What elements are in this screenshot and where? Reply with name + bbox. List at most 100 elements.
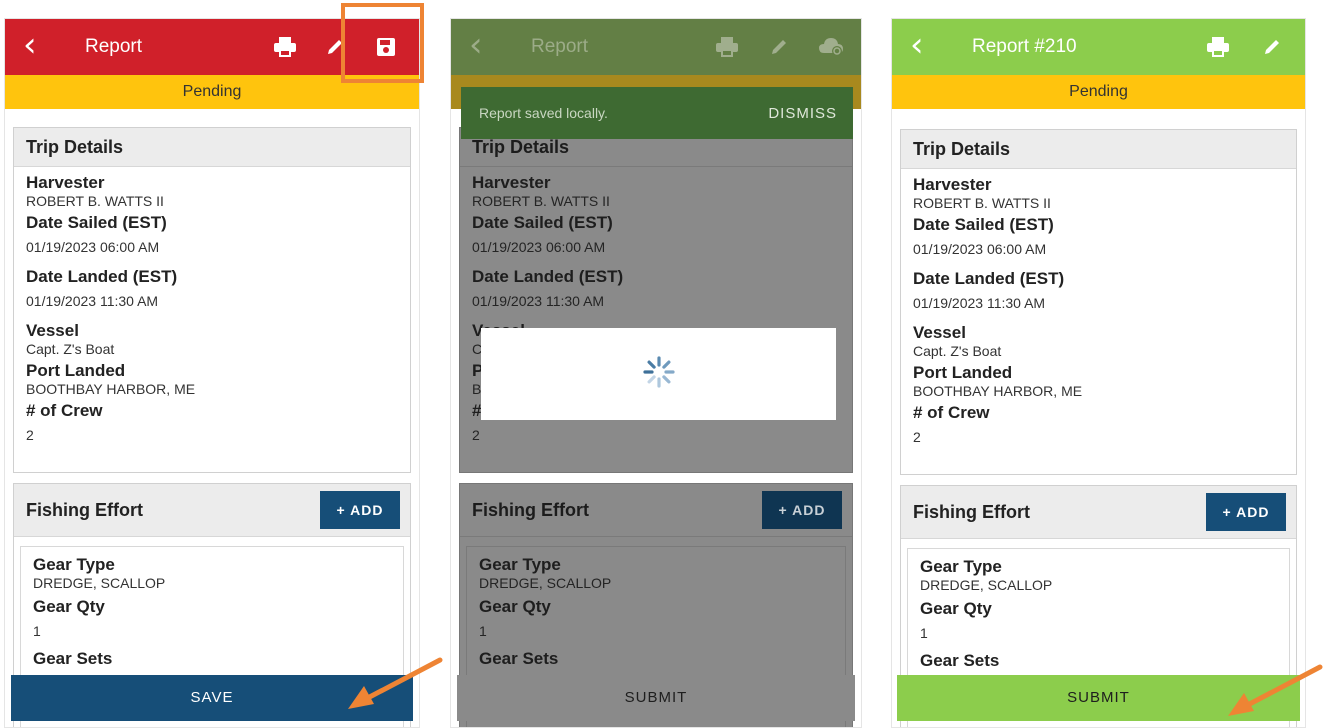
vessel-label: Vessel [913, 323, 966, 342]
add-effort-button[interactable]: + ADD [762, 491, 842, 529]
date-sailed-label: Date Sailed (EST) [472, 213, 613, 232]
crew-value: 2 [913, 429, 921, 445]
port-landed-value: BOOTHBAY HARBOR, ME [26, 381, 196, 397]
gear-sets-field: Gear Sets [467, 649, 845, 669]
phone-screen-saving: ‹ Report Trip Details Harvester ROBERT B… [450, 18, 862, 728]
harvester-value: ROBERT B. WATTS II [913, 195, 1051, 211]
trip-details-card: Trip Details Harvester ROBERT B. WATTS I… [13, 127, 411, 473]
top-app-bar: ‹ Report #210 [892, 19, 1305, 75]
fishing-effort-header: Fishing Effort + ADD [901, 486, 1296, 539]
harvester-field: Harvester ROBERT B. WATTS II [14, 173, 410, 209]
gear-qty-value: 1 [920, 625, 928, 641]
top-app-bar: ‹ Report [451, 19, 861, 75]
gear-qty-label: Gear Qty [920, 599, 992, 618]
date-sailed-field: Date Sailed (EST) 01/19/2023 06:00 AM [901, 215, 1296, 257]
print-icon[interactable] [271, 33, 299, 61]
harvester-field: Harvester ROBERT B. WATTS II [901, 175, 1296, 211]
cloud-sync-icon[interactable] [817, 33, 845, 61]
gear-type-label: Gear Type [920, 557, 1002, 576]
pencil-icon[interactable] [765, 33, 793, 61]
gear-type-label: Gear Type [479, 555, 561, 574]
fishing-effort-header: Fishing Effort + ADD [14, 484, 410, 537]
fishing-effort-heading: Fishing Effort [913, 502, 1030, 522]
print-icon[interactable] [713, 33, 741, 61]
date-sailed-field: Date Sailed (EST) 01/19/2023 06:00 AM [14, 213, 410, 255]
date-sailed-value: 01/19/2023 06:00 AM [26, 239, 160, 255]
gear-qty-value: 1 [479, 623, 487, 639]
vessel-field: Vessel Capt. Z's Boat [14, 321, 410, 357]
gear-qty-value: 1 [33, 623, 41, 639]
back-chevron-icon[interactable]: ‹ [910, 27, 924, 63]
port-landed-label: Port Landed [913, 363, 1013, 382]
phone-screen-save: ‹ Report Pending Trip Details Harvester … [4, 18, 420, 728]
port-landed-value: BOOTHBAY HARBOR, ME [913, 383, 1083, 399]
date-sailed-label: Date Sailed (EST) [26, 213, 167, 232]
back-chevron-icon[interactable]: ‹ [469, 27, 483, 63]
gear-type-label: Gear Type [33, 555, 115, 574]
port-landed-label: Port Landed [26, 361, 126, 380]
add-effort-button[interactable]: + ADD [320, 491, 400, 529]
date-landed-label: Date Landed (EST) [472, 267, 624, 286]
phone-screen-submit: ‹ Report #210 Pending Trip Details Harve… [891, 18, 1306, 728]
fishing-effort-header: Fishing Effort + ADD [460, 484, 852, 537]
date-sailed-value: 01/19/2023 06:00 AM [472, 239, 606, 255]
date-landed-label: Date Landed (EST) [913, 269, 1065, 288]
gear-qty-field: Gear Qty 1 [908, 599, 1289, 641]
date-landed-field: Date Landed (EST) 01/19/2023 11:30 AM [460, 267, 852, 309]
trip-details-card: Trip Details Harvester ROBERT B. WATTS I… [900, 129, 1297, 475]
date-sailed-value: 01/19/2023 06:00 AM [913, 241, 1047, 257]
gear-type-field: Gear Type DREDGE, SCALLOP [908, 557, 1289, 593]
date-landed-label: Date Landed (EST) [26, 267, 178, 286]
dismiss-button[interactable]: DISMISS [768, 105, 837, 122]
report-title: Report [85, 36, 143, 57]
trip-details-heading: Trip Details [14, 128, 410, 167]
harvester-label: Harvester [472, 173, 551, 192]
print-icon[interactable] [1204, 33, 1232, 61]
crew-value: 2 [26, 427, 34, 443]
loading-dialog [481, 328, 836, 420]
harvester-label: Harvester [26, 173, 105, 192]
date-landed-value: 01/19/2023 11:30 AM [26, 293, 159, 309]
status-pending: Pending [892, 75, 1305, 109]
fishing-effort-heading: Fishing Effort [26, 500, 143, 520]
submit-button[interactable]: SUBMIT [457, 675, 855, 721]
harvester-value: ROBERT B. WATTS II [26, 193, 164, 209]
vessel-label: Vessel [26, 321, 79, 340]
port-landed-field: Port Landed BOOTHBAY HARBOR, ME [901, 363, 1296, 399]
crew-label: # of Crew [913, 403, 990, 422]
trip-details-heading: Trip Details [901, 130, 1296, 169]
fishing-effort-heading: Fishing Effort [472, 500, 589, 520]
gear-type-value: DREDGE, SCALLOP [33, 575, 166, 591]
port-landed-field: Port Landed BOOTHBAY HARBOR, ME [14, 361, 410, 397]
save-icon-highlight [341, 3, 424, 83]
add-effort-button[interactable]: + ADD [1206, 493, 1286, 531]
crew-field: # of Crew 2 [14, 401, 410, 443]
saved-snackbar: Report saved locally. DISMISS [461, 87, 853, 139]
report-title: Report #210 [972, 36, 1077, 57]
date-landed-field: Date Landed (EST) 01/19/2023 11:30 AM [14, 267, 410, 309]
gear-qty-field: Gear Qty 1 [21, 597, 403, 639]
arrow-annotation-icon [1228, 664, 1323, 716]
harvester-value: ROBERT B. WATTS II [472, 193, 610, 209]
date-landed-value: 01/19/2023 11:30 AM [913, 295, 1046, 311]
pencil-icon[interactable] [1258, 33, 1286, 61]
date-sailed-field: Date Sailed (EST) 01/19/2023 06:00 AM [460, 213, 852, 255]
vessel-value: Capt. Z's Boat [913, 343, 1002, 359]
date-landed-value: 01/19/2023 11:30 AM [472, 293, 605, 309]
back-chevron-icon[interactable]: ‹ [23, 27, 37, 63]
gear-type-value: DREDGE, SCALLOP [920, 577, 1053, 593]
gear-qty-label: Gear Qty [33, 597, 105, 616]
crew-value: 2 [472, 427, 480, 443]
harvester-label: Harvester [913, 175, 992, 194]
vessel-field: Vessel Capt. Z's Boat [901, 323, 1296, 359]
vessel-value: Capt. Z's Boat [26, 341, 115, 357]
snackbar-message: Report saved locally. [479, 105, 608, 121]
gear-type-field: Gear Type DREDGE, SCALLOP [467, 555, 845, 591]
date-sailed-label: Date Sailed (EST) [913, 215, 1054, 234]
gear-type-field: Gear Type DREDGE, SCALLOP [21, 555, 403, 591]
gear-qty-label: Gear Qty [479, 597, 551, 616]
gear-type-value: DREDGE, SCALLOP [479, 575, 612, 591]
gear-sets-label: Gear Sets [479, 649, 559, 668]
trip-details-card: Trip Details Harvester ROBERT B. WATTS I… [459, 127, 853, 473]
report-title: Report [531, 36, 589, 57]
